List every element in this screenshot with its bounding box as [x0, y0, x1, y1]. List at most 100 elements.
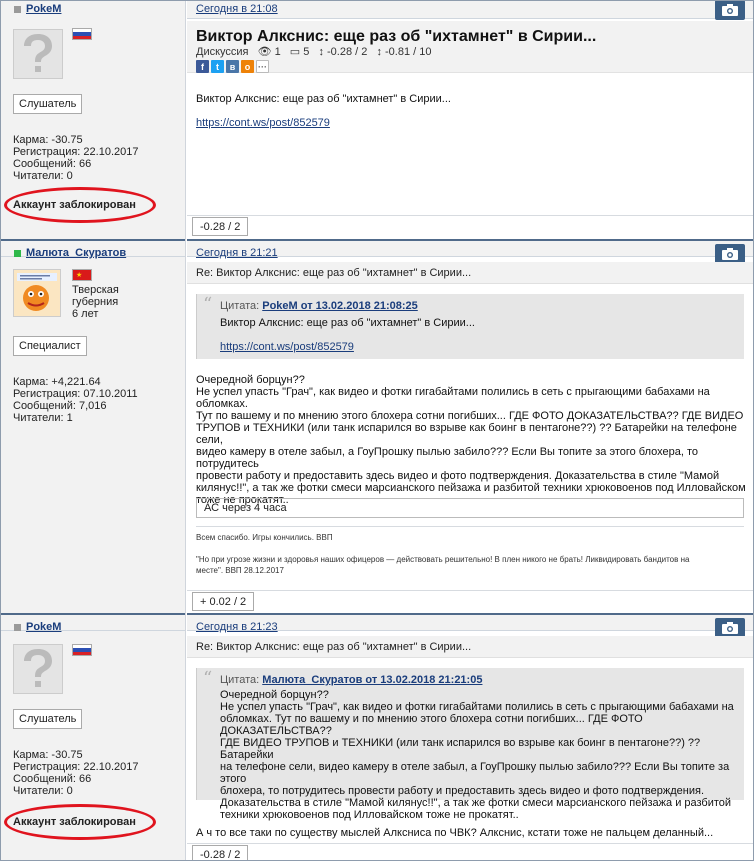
post-rating[interactable]: -0.28 / 2 — [192, 845, 249, 860]
subject-bar: Re: Виктор Алкснис: еще раз об "ихтамнет… — [187, 262, 753, 284]
registration: Регистрация: 22.10.2017 — [13, 146, 139, 158]
reader-count: Читатели: 0 — [13, 785, 73, 797]
rating-value: -0.28 / 2 — [327, 46, 368, 58]
body-line: Не успел упасть "Грач", как видео и фотк… — [196, 386, 710, 410]
signature-line: "Но при угрозе жизни и здоровья наших оф… — [196, 555, 690, 564]
divider — [196, 526, 744, 527]
quote-line: Очередной борцун?? — [220, 689, 329, 701]
post-link[interactable]: https://cont.ws/post/852579 — [196, 117, 330, 129]
post-content: Сегодня в 21:21 Re: Виктор Алкснис: еще … — [187, 239, 753, 613]
post: Малюта_Скуратов ★ Тверская губерния 6 ле… — [1, 239, 753, 613]
post-text: Виктор Алкснис: еще раз об "ихтамнет" в … — [196, 93, 451, 105]
post-body: Очередной борцун?? Не успел упасть "Грач… — [196, 374, 753, 506]
post-content: Сегодня в 21:08 Виктор Алкснис: еще раз … — [187, 1, 753, 239]
facebook-icon[interactable]: f — [196, 60, 209, 73]
divider — [187, 843, 753, 844]
rating-icon: ↕ — [318, 46, 324, 58]
karma: Карма: +4,221.64 — [13, 376, 101, 388]
eye-icon: 👁 — [257, 46, 272, 58]
user-stats: Карма: -30.75 Регистрация: 22.10.2017 Со… — [13, 134, 138, 182]
post-meta: Дискуссия 👁 1 ▭ 5 ↕ -0.28 / 2 ↕ -0.81 / … — [196, 45, 431, 58]
quote-icon: “ — [203, 294, 213, 315]
quote-line: на телефоне сели, видео камеру в отеле з… — [220, 761, 730, 785]
forum-thread: PokeM Слушатель Карма: -30.75 Регистраци… — [0, 0, 754, 861]
comment-icon: ▭ — [289, 46, 301, 58]
online-indicator — [14, 250, 21, 257]
post-body: Виктор Алкснис: еще раз об "ихтамнет" в … — [196, 93, 451, 129]
views-count: 1 — [274, 46, 281, 58]
quote-block: “ Цитата: PokeM от 13.02.2018 21:08:25 В… — [196, 294, 744, 359]
user-avatar[interactable] — [13, 269, 61, 317]
role-badge: Слушатель — [13, 709, 83, 729]
post-body: А ч то все таки по существу мыслей Алксн… — [196, 827, 714, 839]
registration: Регистрация: 22.10.2017 — [13, 761, 139, 773]
account-blocked-label: Аккаунт заблокирован — [13, 199, 136, 211]
quote-line: Не успел упасть "Грач", как видео и фотк… — [220, 701, 734, 713]
username-link[interactable]: Малюта_Скуратов — [26, 247, 126, 259]
post-header: Сегодня в 21:21 — [187, 239, 753, 264]
registration: Регистрация: 07.10.2011 — [13, 388, 138, 400]
body-line: килянус!!", а так же фотки смеси марсиан… — [196, 482, 746, 494]
member-years: 6 лет — [72, 308, 99, 320]
camera-icon[interactable] — [715, 1, 745, 20]
message-count: Сообщений: 66 — [13, 158, 92, 170]
post-subject: Re: Виктор Алкснис: еще раз об "ихтамнет… — [196, 641, 472, 653]
role-badge: Слушатель — [13, 94, 83, 114]
china-flag-icon: ★ — [72, 269, 92, 281]
quote-header: Цитата: Малюта_Скуратов от 13.02.2018 21… — [220, 674, 482, 686]
karma: Карма: -30.75 — [13, 134, 83, 146]
quote-line: Доказательства в стиле "Мамой килянус!!"… — [220, 797, 732, 809]
quote-line: техники хрюковоенов под Илловайском тоже… — [220, 809, 519, 821]
username-link[interactable]: PokeM — [26, 621, 61, 633]
username-link[interactable]: PokeM — [26, 3, 61, 15]
quote-author-link[interactable]: PokeM от 13.02.2018 21:08:25 — [262, 300, 418, 312]
quote-icon: “ — [203, 668, 213, 689]
signature-line: Всем спасибо. Игры кончились. ВВП — [196, 533, 333, 542]
post: PokeM Слушатель Карма: -30.75 Регистраци… — [1, 613, 753, 860]
reader-count: Читатели: 0 — [13, 170, 73, 182]
quote-line: блохера, то потрудитесь провести работу … — [220, 785, 704, 797]
quote-author-link[interactable]: Малюта_Скуратов от 13.02.2018 21:21:05 — [262, 674, 482, 686]
odnoklassniki-icon[interactable]: o — [241, 60, 254, 73]
edit-note: АС через 4 часа — [196, 498, 744, 518]
user-sidebar: PokeM Слушатель Карма: -30.75 Регистраци… — [1, 1, 186, 239]
post-rating[interactable]: -0.28 / 2 — [192, 217, 249, 236]
quote-body: Виктор Алкснис: еще раз об "ихтамнет" в … — [220, 317, 475, 353]
post-date-link[interactable]: Сегодня в 21:08 — [196, 3, 278, 15]
post-header: Сегодня в 21:08 — [187, 1, 753, 20]
post: PokeM Слушатель Карма: -30.75 Регистраци… — [1, 1, 753, 239]
default-avatar-icon[interactable] — [13, 644, 63, 694]
karma: Карма: -30.75 — [13, 749, 83, 761]
more-share-icon[interactable]: ··· — [256, 60, 269, 73]
post-date-link[interactable]: Сегодня в 21:23 — [196, 621, 278, 633]
user-sidebar: PokeM Слушатель Карма: -30.75 Регистраци… — [1, 613, 186, 860]
russia-flag-icon — [72, 28, 92, 40]
rating-value: -0.81 / 10 — [385, 46, 432, 58]
subject-bar: Re: Виктор Алкснис: еще раз об "ихтамнет… — [187, 636, 753, 658]
offline-indicator — [14, 6, 21, 13]
user-sidebar: Малюта_Скуратов ★ Тверская губерния 6 ле… — [1, 239, 186, 613]
post-title[interactable]: Виктор Алкснис: еще раз об "ихтамнет" в … — [196, 28, 596, 46]
post-rating[interactable]: + 0.02 / 2 — [192, 592, 255, 611]
signature-line: месте". ВВП 28.12.2017 — [196, 566, 284, 575]
share-buttons: f t в o ··· — [196, 60, 269, 73]
post-header: Сегодня в 21:23 — [187, 613, 753, 638]
offline-indicator — [14, 624, 21, 631]
camera-icon[interactable] — [715, 618, 745, 638]
quote-body: Очередной борцун?? Не успел упасть "Грач… — [220, 689, 744, 821]
camera-icon[interactable] — [715, 244, 745, 264]
body-line: Очередной борцун?? — [196, 374, 305, 386]
twitter-icon[interactable]: t — [211, 60, 224, 73]
body-line: ТРУПОВ и ТЕХНИКИ (или танк испарился во … — [196, 422, 737, 446]
quote-block: “ Цитата: Малюта_Скуратов от 13.02.2018 … — [196, 668, 744, 821]
vk-icon[interactable]: в — [226, 60, 239, 73]
russia-flag-icon — [72, 644, 92, 656]
signature: Всем спасибо. Игры кончились. ВВП "Но пр… — [196, 532, 689, 576]
quote-line: ГДЕ ВИДЕО ТРУПОВ и ТЕХНИКИ (или танк исп… — [220, 737, 701, 761]
user-stats: Карма: -30.75 Регистрация: 22.10.2017 Со… — [13, 749, 138, 797]
post-date-link[interactable]: Сегодня в 21:21 — [196, 247, 278, 259]
quote-link[interactable]: https://cont.ws/post/852579 — [220, 341, 354, 353]
region-line: губерния — [72, 296, 119, 308]
default-avatar-icon[interactable] — [13, 29, 63, 79]
quote-header: Цитата: PokeM от 13.02.2018 21:08:25 — [220, 300, 418, 312]
